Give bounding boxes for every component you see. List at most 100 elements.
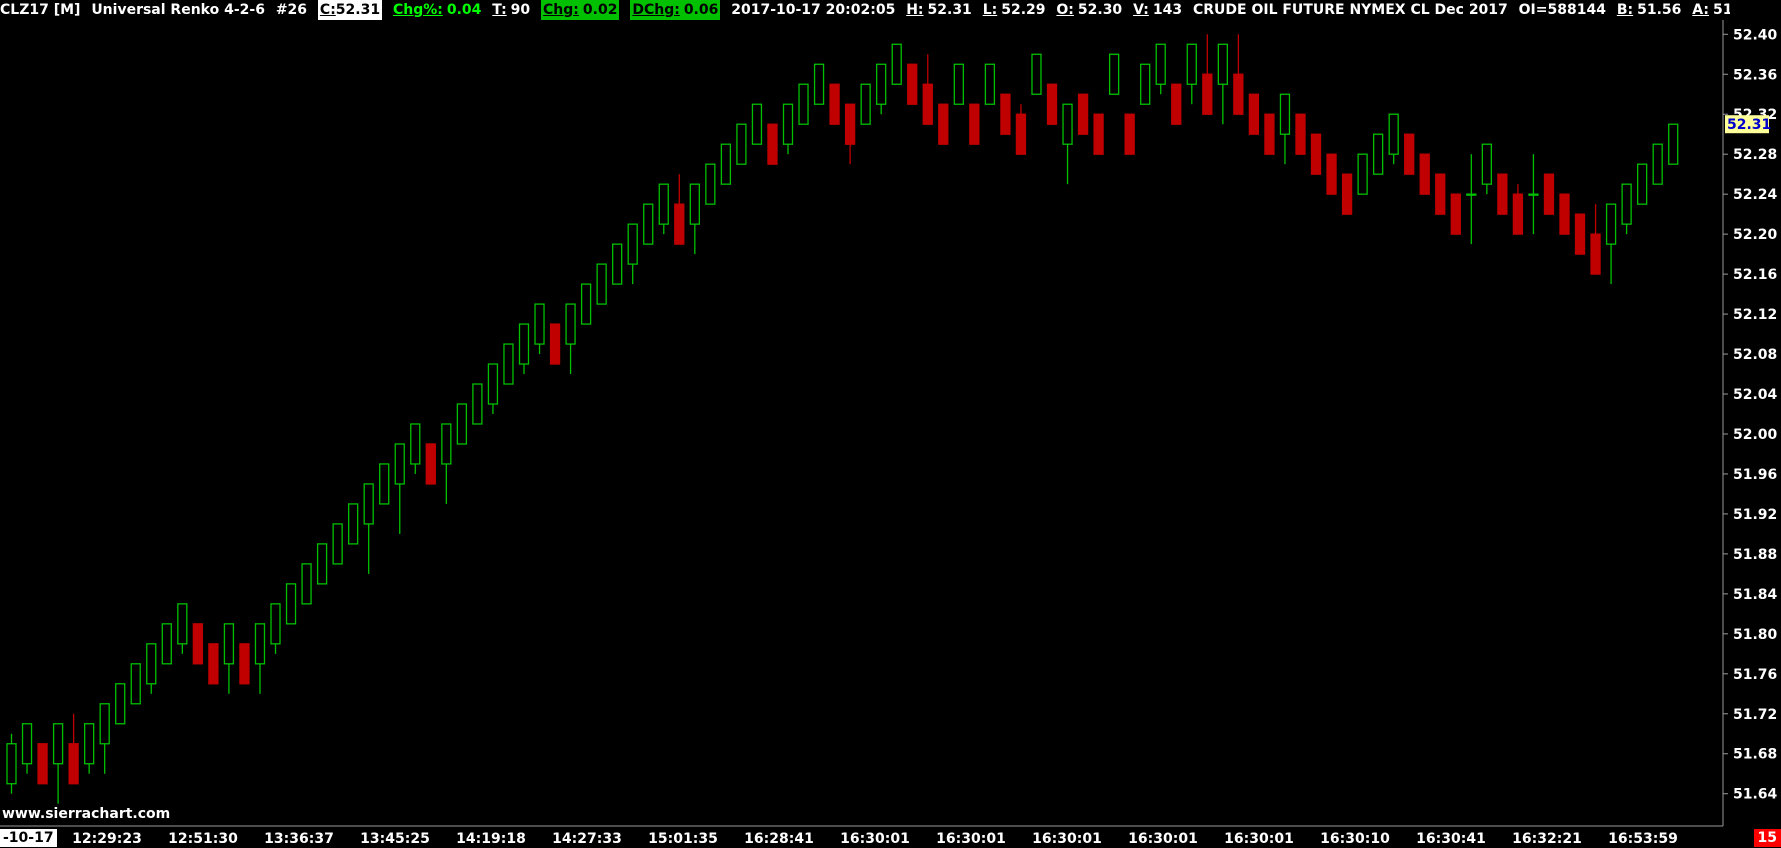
watermark: www.sierrachart.com — [2, 806, 171, 822]
candle-up — [1388, 113, 1399, 155]
candle-down — [922, 83, 933, 125]
candle-down — [1590, 233, 1601, 275]
candle-down — [1497, 173, 1508, 215]
x-tick-label: 14:27:33 — [552, 831, 622, 847]
y-tick-label: 51.92 — [1733, 507, 1777, 523]
candle-up — [487, 363, 499, 405]
candle-up — [782, 103, 794, 145]
x-tick-label: 16:32:21 — [1512, 831, 1582, 847]
last-price-label: 52.31 — [1727, 117, 1771, 133]
y-tick-label: 51.64 — [1733, 787, 1778, 803]
candle-up — [177, 603, 188, 645]
x-tick-label: 12:51:30 — [168, 831, 238, 847]
candle-up — [953, 63, 964, 105]
candle-up — [52, 723, 64, 765]
x-tick-label: 16:30:10 — [1320, 831, 1390, 847]
candle-up — [1372, 133, 1384, 175]
candle-down — [767, 123, 778, 165]
x-tick-label: 14:19:18 — [456, 831, 526, 847]
price-chart[interactable]: 52.4052.3652.3252.2852.2452.2052.1652.12… — [0, 0, 1781, 848]
candle-up — [1217, 43, 1228, 85]
candle-down — [1046, 83, 1058, 125]
candle-up — [441, 423, 452, 465]
candle-down — [37, 743, 48, 785]
y-tick-label: 52.00 — [1733, 427, 1778, 443]
x-tick-label: 16:30:01 — [1224, 831, 1294, 847]
candle-up — [363, 483, 374, 525]
candle-up — [876, 63, 887, 105]
candle-down — [68, 743, 79, 785]
y-tick-label: 52.28 — [1733, 147, 1777, 163]
candle-up — [161, 623, 172, 665]
y-tick-label: 51.88 — [1733, 547, 1777, 563]
candle-up — [1031, 53, 1042, 95]
candle-down — [1264, 113, 1275, 155]
candle-down — [1326, 153, 1337, 195]
candle-up — [720, 143, 732, 185]
candle-down — [549, 323, 561, 365]
candle-up — [1062, 103, 1073, 145]
x-tick-label: 16:30:01 — [1128, 831, 1198, 847]
y-tick-label: 51.76 — [1733, 667, 1777, 683]
candle-up — [410, 423, 421, 465]
candle-up — [984, 63, 996, 105]
candle-up — [1108, 53, 1120, 95]
x-tick-label: 16:30:41 — [1416, 831, 1486, 847]
x-tick-label: 13:45:25 — [360, 831, 430, 847]
candle-down — [1435, 173, 1446, 215]
x-tick-label: 12:29:23 — [72, 831, 142, 847]
candle-up — [580, 283, 592, 325]
y-tick-label: 52.16 — [1733, 267, 1777, 283]
candle-down — [1574, 213, 1586, 255]
candle-down — [1000, 93, 1011, 135]
x-tick-label: 16:28:41 — [744, 831, 814, 847]
candle-up — [456, 403, 468, 445]
candle-up — [21, 723, 33, 765]
candle-up — [736, 123, 747, 165]
candle-down — [239, 643, 250, 685]
candle-up — [612, 243, 623, 285]
candle-down — [1077, 93, 1089, 135]
y-tick-label: 52.36 — [1733, 67, 1777, 83]
y-tick-label: 52.12 — [1733, 307, 1777, 323]
corner-count-badge: 15 — [1753, 829, 1781, 847]
candle-up — [1357, 153, 1368, 195]
candle-up — [301, 563, 312, 605]
candle-up — [860, 83, 871, 125]
candle-up — [798, 83, 809, 125]
y-tick-label: 51.84 — [1733, 587, 1778, 603]
candle-up — [379, 463, 390, 505]
candle-up — [891, 43, 902, 85]
candle-up — [1481, 143, 1492, 185]
candle-down — [1543, 173, 1555, 215]
candle-down — [192, 623, 204, 665]
x-tick-label: 16:30:01 — [936, 831, 1006, 847]
candle-down — [938, 103, 949, 145]
candle-down — [844, 103, 856, 145]
candle-up — [472, 383, 483, 425]
candle-down — [208, 643, 219, 685]
candle-up — [751, 103, 763, 145]
candle-down — [674, 203, 685, 245]
candle-up — [285, 583, 297, 625]
candle-up — [1637, 163, 1648, 205]
candle-up — [130, 663, 141, 705]
candle-down — [1295, 113, 1306, 155]
candle-down — [1310, 133, 1322, 175]
candle-down — [1171, 83, 1182, 125]
candle-down — [1015, 113, 1027, 155]
candle-up — [596, 263, 607, 305]
candle-up — [1466, 193, 1477, 196]
x-tick-label: 16:30:01 — [840, 831, 910, 847]
candle-up — [270, 603, 281, 645]
candle-down — [969, 103, 980, 145]
y-tick-label: 52.24 — [1733, 187, 1778, 203]
candle-down — [1512, 193, 1524, 235]
candle-down — [1341, 173, 1353, 215]
y-tick-label: 52.20 — [1733, 227, 1778, 243]
candle-up — [658, 183, 669, 225]
candle-up — [1605, 203, 1617, 245]
candle-up — [316, 543, 328, 585]
candle-up — [534, 303, 545, 345]
candle-up — [1621, 183, 1632, 225]
